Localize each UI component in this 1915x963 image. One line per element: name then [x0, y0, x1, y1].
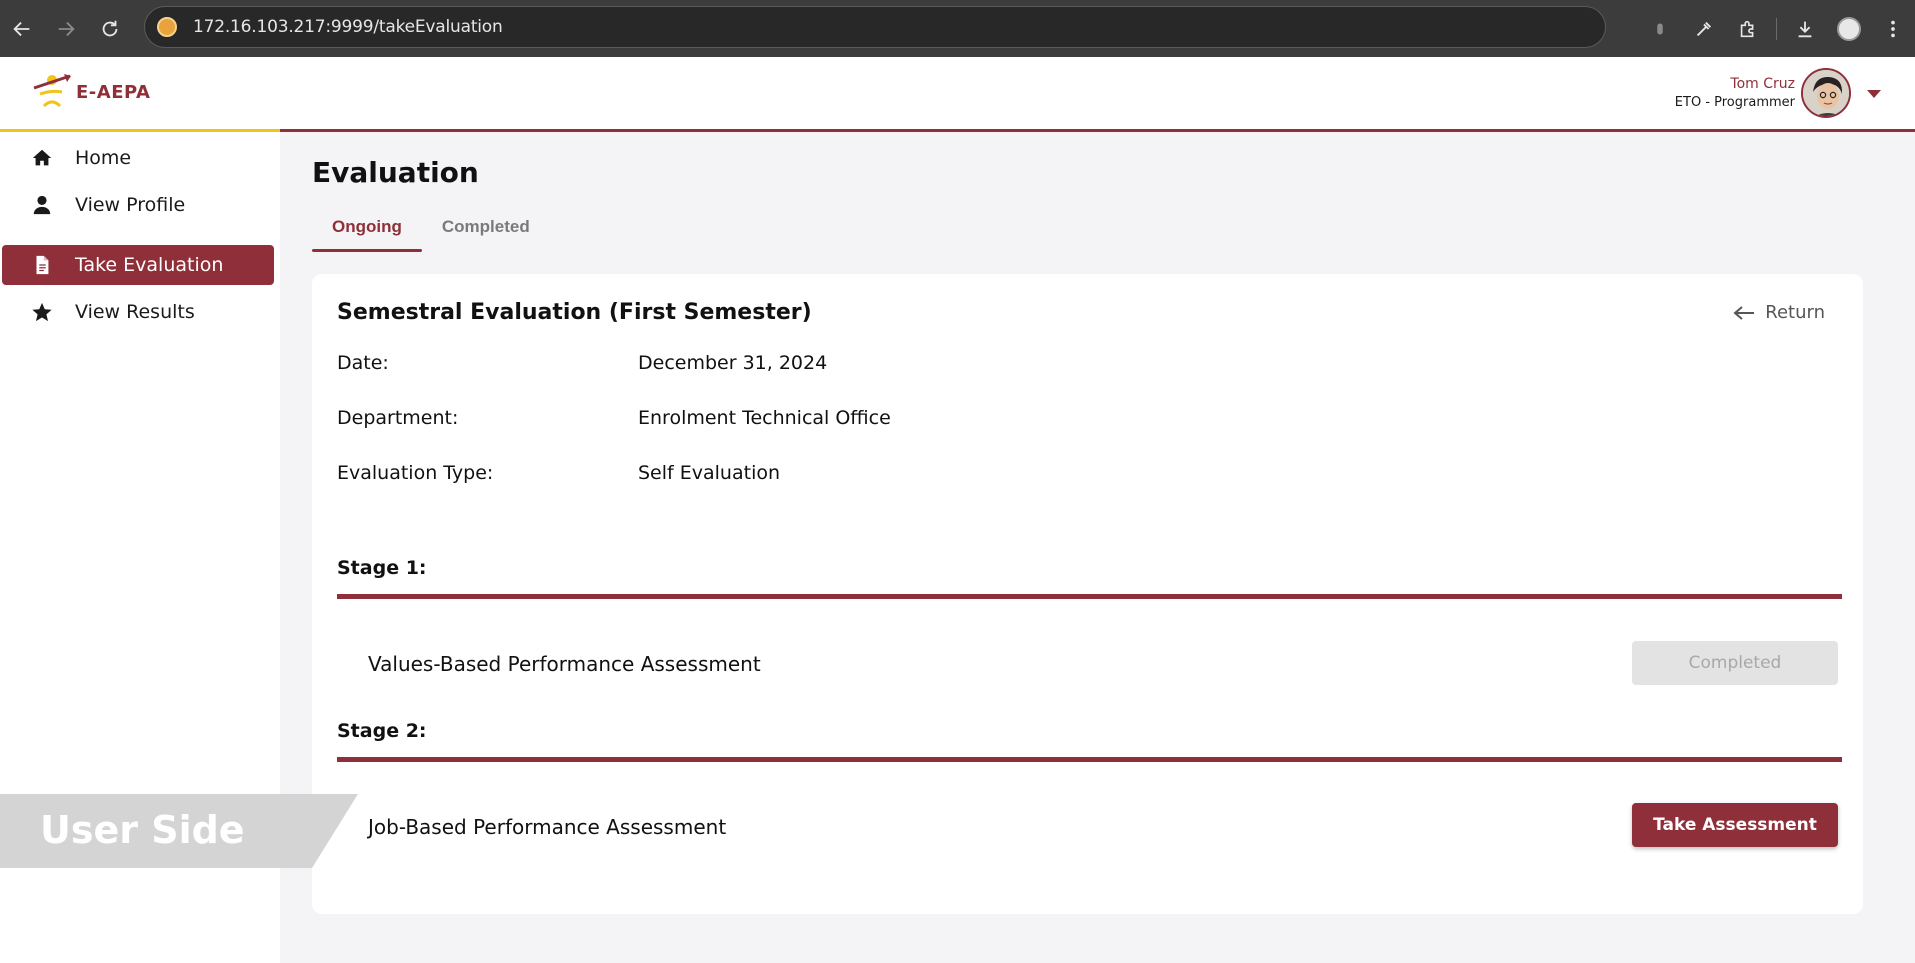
detail-value: Enrolment Technical Office	[638, 407, 891, 429]
page-title: Evaluation	[312, 156, 479, 189]
shield-icon	[1657, 23, 1663, 34]
downloads-button[interactable]	[1783, 7, 1827, 51]
avatar[interactable]	[1801, 68, 1851, 118]
eyedropper-button[interactable]	[1682, 7, 1726, 51]
kebab-menu-icon	[1891, 20, 1895, 37]
detail-value: December 31, 2024	[638, 352, 828, 374]
tab-ongoing[interactable]: Ongoing	[312, 202, 422, 252]
user-icon	[29, 192, 55, 218]
sidebar-item-take-evaluation[interactable]: Take Evaluation	[2, 245, 274, 285]
user-menu-caret-icon[interactable]	[1867, 90, 1881, 98]
extensions-button[interactable]	[1726, 7, 1770, 51]
sidebar-item-view-results[interactable]: View Results	[2, 292, 274, 332]
stage-1-completed-button: Completed	[1632, 641, 1838, 685]
url-text[interactable]: 172.16.103.217:9999/takeEvaluation	[193, 17, 503, 37]
stage-2-divider	[337, 757, 1842, 762]
banner-text: User Side	[40, 808, 245, 852]
profile-button[interactable]	[1827, 7, 1871, 51]
sidebar-item-home[interactable]: Home	[2, 138, 274, 178]
sidebar-item-label: View Results	[75, 301, 195, 323]
user-name: Tom Cruz	[1730, 76, 1795, 92]
detail-label: Department:	[337, 407, 459, 429]
tab-completed[interactable]: Completed	[422, 202, 550, 252]
download-icon	[1798, 21, 1812, 37]
main-content: Evaluation Ongoing Completed Semestral E…	[280, 132, 1915, 963]
evaluation-title: Semestral Evaluation (First Semester)	[337, 300, 812, 325]
sidebar-item-label: View Profile	[75, 194, 186, 216]
detail-value: Self Evaluation	[638, 462, 781, 484]
browser-toolbar: 172.16.103.217:9999/takeEvaluation	[0, 0, 1915, 57]
sidebar-item-view-profile[interactable]: View Profile	[2, 185, 274, 225]
eyedropper-icon	[1696, 21, 1712, 36]
arrow-right-icon	[58, 21, 75, 36]
app-header	[0, 57, 1915, 131]
evaluation-card: Semestral Evaluation (First Semester) Re…	[312, 274, 1863, 914]
logo-text: E-AEPA	[76, 81, 151, 103]
extension-shield-button[interactable]	[1638, 7, 1682, 51]
menu-button[interactable]	[1871, 7, 1915, 51]
site-info-icon[interactable]	[157, 17, 177, 37]
forward-button[interactable]	[44, 7, 88, 51]
back-button[interactable]	[0, 7, 44, 51]
app-logo[interactable]: E-AEPA	[30, 72, 150, 112]
detail-label: Date:	[337, 352, 389, 374]
return-label: Return	[1765, 302, 1825, 323]
take-assessment-button[interactable]: Take Assessment	[1632, 803, 1838, 847]
reload-icon	[102, 20, 118, 36]
toolbar-divider	[1776, 17, 1777, 40]
user-info[interactable]: Tom Cruz ETO - Programmer	[1675, 74, 1795, 112]
stage-2-label: Stage 2:	[337, 720, 427, 742]
address-bar[interactable]: 172.16.103.217:9999/takeEvaluation	[144, 6, 1606, 48]
stage-1-label: Stage 1:	[337, 557, 427, 579]
home-icon	[29, 145, 55, 171]
arrow-left-icon	[1733, 305, 1755, 320]
stage-2-assessment-name: Job-Based Performance Assessment	[368, 815, 727, 839]
sidebar-item-label: Home	[75, 147, 132, 169]
profile-avatar-icon	[1837, 16, 1861, 41]
logo-figure-icon	[30, 72, 74, 112]
detail-label: Evaluation Type:	[337, 462, 494, 484]
arrow-left-icon	[13, 21, 30, 36]
return-button[interactable]: Return	[1733, 302, 1825, 323]
puzzle-icon	[1740, 20, 1754, 37]
sidebar-item-label: Take Evaluation	[75, 254, 224, 276]
document-icon	[29, 252, 55, 278]
stage-1-assessment-name: Values-Based Performance Assessment	[368, 652, 761, 676]
reload-button[interactable]	[88, 7, 132, 51]
star-icon	[29, 299, 55, 325]
tab-bar: Ongoing Completed	[312, 202, 550, 252]
stage-1-divider	[337, 594, 1842, 599]
user-role: ETO - Programmer	[1674, 95, 1795, 110]
user-side-banner: User Side	[0, 794, 358, 868]
